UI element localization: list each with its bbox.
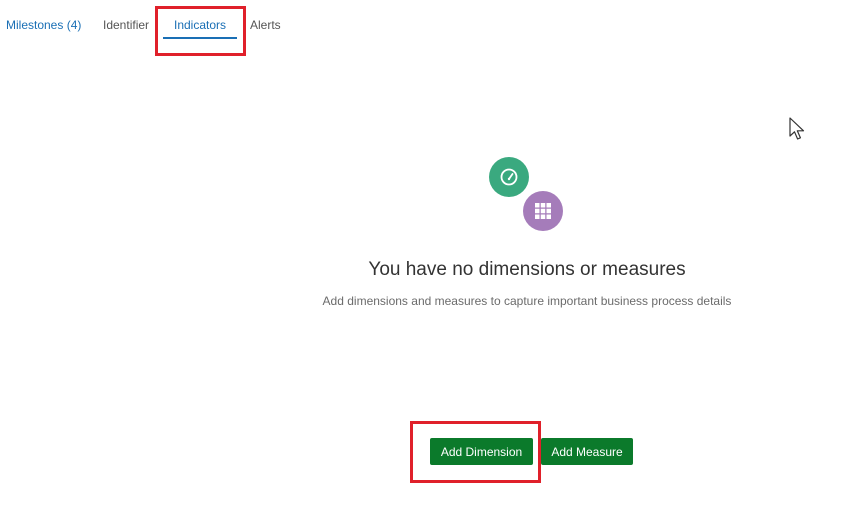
tab-milestones[interactable]: Milestones (4) [6, 18, 81, 32]
add-dimension-button[interactable]: Add Dimension [430, 438, 533, 465]
empty-state-title: You have no dimensions or measures [368, 259, 686, 280]
mouse-cursor-icon [789, 117, 805, 140]
empty-state-description: Add dimensions and measures to capture i… [322, 294, 732, 308]
tab-identifier[interactable]: Identifier [103, 18, 149, 32]
grid-icon [523, 191, 563, 231]
tab-alerts[interactable]: Alerts [250, 18, 281, 32]
tab-indicators[interactable]: Indicators [174, 18, 226, 32]
add-measure-button[interactable]: Add Measure [541, 438, 633, 465]
gauge-icon [489, 157, 529, 197]
active-tab-indicator [163, 37, 237, 39]
